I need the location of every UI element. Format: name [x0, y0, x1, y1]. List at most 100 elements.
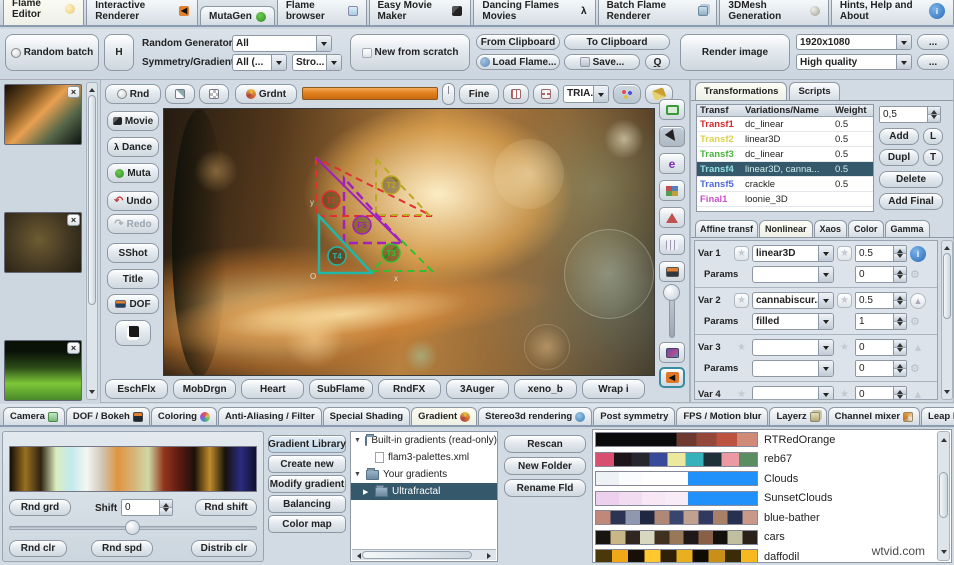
redo-button[interactable]: ↷Redo [107, 214, 159, 234]
gradient-list-item[interactable]: Clouds [593, 469, 951, 489]
l-button[interactable]: L [923, 128, 943, 145]
modify-gradient-button[interactable]: Modify gradient [268, 475, 346, 493]
var4-amount-spinner[interactable]: 0 [855, 386, 907, 400]
tab-3dmesh-generation[interactable]: 3DMesh Generation [719, 0, 828, 25]
quality-more-button[interactable]: ... [917, 54, 949, 70]
gear-icon[interactable]: ⚙ [910, 268, 920, 281]
var2-params-select[interactable]: filled [752, 313, 834, 330]
symmetry-select[interactable]: All (... [232, 54, 287, 71]
script-button-rndfx[interactable]: RndFX [378, 379, 441, 399]
gradient-list-item[interactable]: RTRedOrange [593, 430, 951, 450]
triangle-handle-t3[interactable]: T3 [382, 244, 400, 262]
transform-triangles-overlay[interactable]: T1 T2 F5 T3 T4 O x y [164, 109, 655, 376]
tree-hscrollbar[interactable] [352, 549, 496, 560]
spinner-arrows[interactable] [893, 293, 906, 308]
var3-variation-select[interactable] [752, 339, 834, 356]
grid-toggle[interactable] [503, 84, 529, 104]
undo-button[interactable]: ↶Undo [107, 191, 159, 211]
new-folder-button[interactable]: New Folder [504, 457, 586, 475]
triangle-handle-t4[interactable]: T4 [328, 247, 346, 265]
t-button[interactable]: T [923, 149, 943, 166]
gradient-preview-bar[interactable] [302, 87, 438, 100]
script-button-wrap-i[interactable]: Wrap i [582, 379, 645, 399]
var3-amount-spinner[interactable]: 0 [855, 339, 907, 356]
transparency-toggle[interactable] [199, 84, 229, 104]
move-up-button[interactable]: ▲ [910, 387, 926, 401]
tree-item-ultrafractal[interactable]: ▶ Ultrafractal [351, 483, 497, 500]
spinner-arrows[interactable] [893, 387, 906, 400]
var4-variation-select[interactable] [752, 386, 834, 400]
var2-amount-spinner[interactable]: 0.5 [855, 292, 907, 309]
add-transform-button[interactable]: Add [879, 128, 919, 145]
var1-amount-spinner[interactable]: 0.5 [855, 245, 907, 262]
shift-spinner[interactable]: 0 [121, 499, 173, 516]
var3-params-select[interactable] [752, 360, 834, 377]
spinner-arrows[interactable] [893, 361, 906, 376]
tab-mutagen[interactable]: MutaGen [200, 6, 275, 25]
flame-editor-canvas[interactable]: T1 T2 F5 T3 T4 O x y [163, 108, 655, 376]
distrib-clr-button[interactable]: Distrib clr [191, 540, 257, 557]
gradient-list-item[interactable]: reb67 [593, 450, 951, 470]
transformations-table[interactable]: Transf Variations/Name Weight Transf1 dc… [696, 104, 874, 212]
tab-special-shading[interactable]: Special Shading [323, 407, 410, 425]
title-button[interactable]: Title [107, 269, 159, 289]
variation-info-button[interactable]: i [910, 246, 926, 262]
add-final-transform-button[interactable]: Add Final [879, 193, 943, 210]
gradient-list-scrollbar[interactable] [937, 431, 950, 561]
flame-thumbnail[interactable]: × [4, 340, 82, 401]
script-button-mobdrgn[interactable]: MobDrgn [173, 379, 236, 399]
fine-button[interactable]: Fine [459, 84, 499, 104]
tree-item-flam3-palettes[interactable]: flam3-palettes.xml [351, 449, 497, 466]
var1-params-spinner[interactable]: 0 [855, 266, 907, 283]
gradient-library-button[interactable]: Gradient Library [268, 435, 346, 453]
var2-params-spinner[interactable]: 1 [855, 313, 907, 330]
cursor-tool-button[interactable] [659, 126, 685, 147]
gradient-list-item[interactable]: SunsetClouds [593, 489, 951, 509]
rnd-button[interactable]: Rnd [105, 84, 161, 104]
tab-anti-aliasing-filter[interactable]: Anti-Aliasing / Filter [218, 407, 322, 425]
triangle-style-select[interactable]: TRIA... [563, 85, 609, 103]
stroke-select[interactable]: Stro... [292, 54, 342, 71]
spinner-arrows[interactable] [893, 246, 906, 261]
movie-button[interactable]: Movie [107, 111, 159, 131]
from-clipboard-button[interactable]: From Clipboard [476, 34, 560, 50]
close-icon[interactable]: × [67, 342, 80, 354]
tab-affine-transf[interactable]: Affine transf [695, 220, 758, 237]
expander-icon[interactable]: ▼ [354, 471, 362, 478]
close-icon[interactable]: × [67, 86, 80, 98]
move-up-button[interactable]: ▲ [910, 293, 926, 309]
script-button-eschflx[interactable]: EschFlx [105, 379, 168, 399]
new-from-scratch-button[interactable]: New from scratch [350, 34, 470, 71]
tab-camera[interactable]: Camera [3, 407, 65, 425]
tab-nonlinear[interactable]: Nonlinear [759, 220, 813, 237]
quality-select[interactable]: High quality [796, 54, 912, 70]
table-row[interactable]: Transf1 dc_linear 0.5 [697, 117, 873, 132]
var3-params-spinner[interactable]: 0 [855, 360, 907, 377]
gradient-list[interactable]: RTRedOrange reb67 Clouds SunsetClouds bl… [592, 429, 952, 563]
spinner-arrows[interactable] [893, 267, 906, 282]
var1-variation-select[interactable]: linear3D [752, 245, 834, 262]
guides-toggle[interactable] [533, 84, 559, 104]
resolution-more-button[interactable]: ... [917, 34, 949, 50]
tab-hints-help-about[interactable]: Hints, Help and Abouti [831, 0, 954, 25]
table-row-selected[interactable]: Transf4 linear3D, canna... 0.5 [697, 162, 873, 177]
gear-icon[interactable]: ⚙ [910, 315, 920, 328]
tab-fps-motion-blur[interactable]: FPS / Motion blur [676, 407, 768, 425]
gear-icon[interactable]: ⚙ [910, 362, 920, 375]
script-button-xeno-b[interactable]: xeno_b [514, 379, 577, 399]
close-icon[interactable]: × [67, 214, 80, 226]
flame-thumbnail[interactable]: × [4, 84, 82, 145]
h-button[interactable]: H [104, 34, 134, 71]
tab-gamma[interactable]: Gamma [885, 220, 930, 237]
tab-easy-movie-maker[interactable]: Easy Movie Maker [369, 0, 472, 25]
dof-preview-button[interactable] [659, 261, 685, 282]
colored-dots-toggle[interactable] [613, 84, 641, 104]
spinner-arrows[interactable] [159, 500, 172, 515]
favorite-star-button[interactable]: ★ [837, 293, 852, 308]
expander-icon[interactable]: ▶ [363, 488, 371, 496]
tab-layerz[interactable]: Layerz [769, 407, 826, 425]
render-image-button[interactable]: Render image [680, 34, 790, 71]
tree-item-builtin-gradients[interactable]: ▼ Built-in gradients (read-only) [351, 432, 497, 449]
zoom-slider-knob[interactable] [663, 284, 680, 301]
flame-save-slot-button[interactable] [115, 320, 151, 346]
